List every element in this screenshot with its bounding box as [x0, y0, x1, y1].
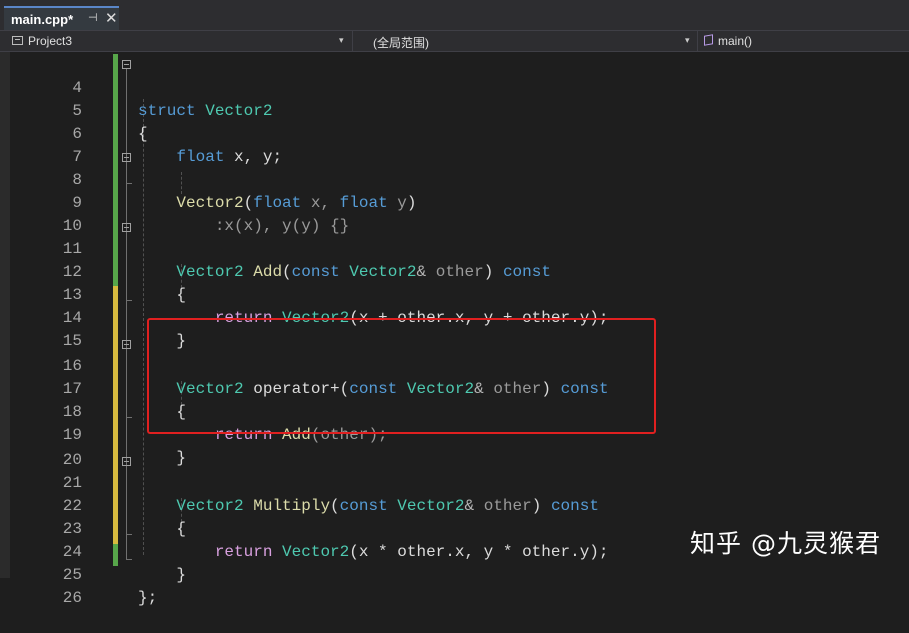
- code-line: 11 Vector2 Add(const Vector2& other) con…: [0, 215, 909, 281]
- code-line: 8 Vector2(float x, float y): [0, 146, 909, 212]
- brace: };: [138, 589, 158, 607]
- code-text: };: [138, 587, 157, 610]
- code-line: 13 return Vector2(x + other.x, y + other…: [0, 261, 909, 327]
- chevron-down-icon: ▾: [339, 35, 344, 45]
- code-line: 23 return Vector2(x * other.x, y * other…: [0, 495, 909, 561]
- document-tab-bar: main.cpp* ⊣ ✕: [0, 0, 909, 30]
- scope-dropdown[interactable]: (全局范围) ▾: [352, 31, 697, 51]
- pin-icon[interactable]: ⊣: [88, 11, 98, 24]
- code-line: 22 {: [0, 472, 909, 538]
- highlight-annotation-box: [147, 318, 656, 434]
- project-label: Project3: [28, 34, 73, 48]
- code-line: 6 float x, y;: [0, 100, 909, 166]
- method-cube-icon: [704, 34, 713, 46]
- code-editor[interactable]: 4 struct Vector2 5 { 6 float x, y; 7 8 V…: [0, 52, 909, 607]
- project-icon: [12, 36, 23, 45]
- scope-label: (全局范围): [373, 36, 429, 50]
- code-line: 21 Vector2 Multiply(const Vector2& other…: [0, 449, 909, 515]
- code-line: 5 {: [0, 77, 909, 143]
- navigation-bar: Project3 ▾ (全局范围) ▾ main(): [0, 30, 909, 52]
- code-line: 7: [0, 123, 909, 166]
- code-line: 4 struct Vector2: [0, 54, 909, 120]
- code-line: 10: [0, 192, 909, 235]
- tab-title: main.cpp*: [11, 12, 74, 27]
- code-line: 9 :x(x), y(y) {}: [0, 169, 909, 235]
- close-icon[interactable]: ✕: [105, 9, 118, 27]
- member-dropdown[interactable]: main(): [697, 31, 909, 51]
- code-line: 12 {: [0, 238, 909, 304]
- code-line: 14 }: [0, 284, 909, 350]
- tab-main-cpp[interactable]: main.cpp* ⊣ ✕: [4, 6, 119, 30]
- chevron-down-icon: ▾: [685, 35, 690, 45]
- line-number: 26: [62, 589, 82, 607]
- project-dropdown[interactable]: Project3 ▾: [8, 31, 350, 51]
- code-line: 26: [0, 564, 909, 607]
- watermark-text: 知乎 @九灵猴君: [690, 529, 881, 558]
- member-label: main(): [718, 34, 753, 48]
